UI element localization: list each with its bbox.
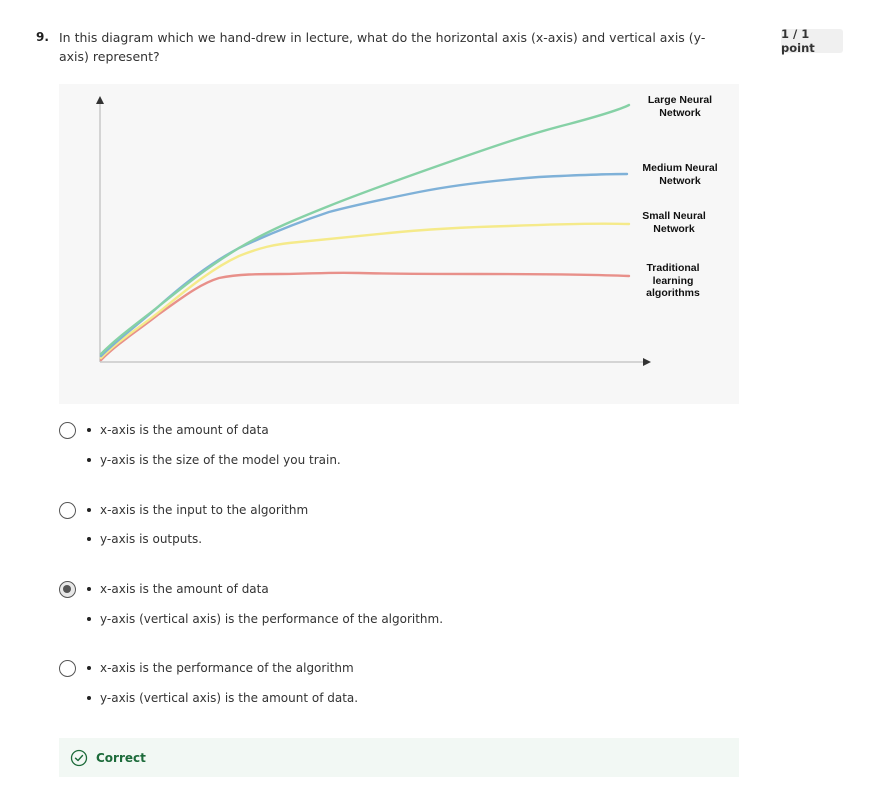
option-1-line-1: x-axis is the amount of data	[100, 423, 269, 437]
option-3-line-2: y-axis (vertical axis) is the performanc…	[100, 612, 444, 626]
label-large-neural-network: Large Neural Network	[647, 94, 713, 119]
option-3-line-1: x-axis is the amount of data	[100, 582, 269, 596]
feedback-label: Correct	[96, 750, 146, 765]
diagram-image: Large Neural Network Medium Neural Network…	[59, 84, 739, 404]
small-curve	[99, 222, 631, 360]
bullet-icon	[87, 507, 91, 512]
bullet-icon	[87, 616, 91, 621]
label-small-neural-network: Small Neural Network	[642, 210, 706, 235]
option-4-bullet-1: x-axis is the performance of the algorit…	[87, 661, 354, 675]
large-curve	[99, 103, 631, 356]
option-4-line-2: y-axis (vertical axis) is the amount of …	[100, 691, 359, 705]
option-2-line-1: x-axis is the input to the algorithm	[100, 503, 309, 517]
traditional-curve	[99, 271, 631, 362]
label-traditional-learning-algorithms: Traditional learning algorithms	[646, 262, 700, 299]
option-2-bullet-2: y-axis is outputs.	[87, 532, 202, 546]
bullet-icon	[87, 427, 91, 432]
radio-button[interactable]	[59, 422, 76, 439]
diagram-svg	[96, 96, 651, 366]
option-1-bullet-2: y-axis is the size of the model you trai…	[87, 453, 341, 467]
check-circle-icon	[70, 749, 88, 766]
bullet-icon	[87, 586, 91, 591]
radio-button-selected[interactable]	[59, 581, 76, 598]
y-axis-arrow	[96, 96, 104, 104]
radio-button[interactable]	[59, 660, 76, 677]
question-number: 9.	[36, 30, 49, 44]
score-badge: 1 / 1 point	[781, 27, 843, 55]
option-2-line-2: y-axis is outputs.	[100, 532, 203, 546]
bullet-icon	[87, 665, 91, 670]
option-4-line-1: x-axis is the performance of the algorit…	[100, 661, 354, 675]
option-4-bullet-2: y-axis (vertical axis) is the amount of …	[87, 691, 358, 705]
question-text: In this diagram which we hand-drew in le…	[59, 30, 706, 64]
label-medium-neural-network: Medium Neural Network	[642, 162, 718, 187]
option-3-bullet-1: x-axis is the amount of data	[87, 582, 269, 596]
feedback-correct-banner: Correct	[59, 738, 739, 777]
option-1-bullet-1: x-axis is the amount of data	[87, 423, 269, 437]
bullet-icon	[87, 457, 91, 462]
option-3-bullet-2: y-axis (vertical axis) is the performanc…	[87, 612, 443, 626]
bullet-icon	[87, 695, 91, 700]
medium-curve	[99, 172, 629, 358]
bullet-icon	[87, 536, 91, 541]
radio-button[interactable]	[59, 502, 76, 519]
option-1-line-2: y-axis is the size of the model you trai…	[100, 453, 341, 467]
x-axis-arrow	[643, 358, 651, 366]
option-2-bullet-1: x-axis is the input to the algorithm	[87, 503, 308, 517]
